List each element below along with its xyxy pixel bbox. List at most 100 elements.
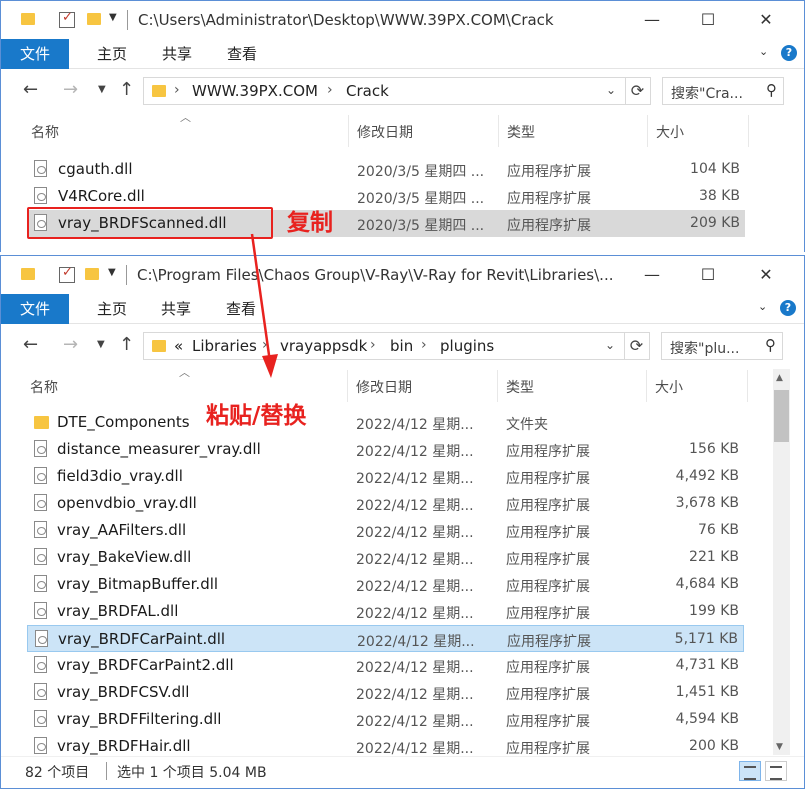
breadcrumb-separator-icon[interactable]: › xyxy=(370,337,376,353)
file-row[interactable]: vray_BRDFFiltering.dll 2022/4/12 星期... 应用程… xyxy=(27,706,744,733)
close-icon[interactable]: ✕ xyxy=(755,264,777,286)
address-bar[interactable]: › WWW.39PX.COM › Crack ⌄ xyxy=(143,77,626,105)
file-name: vray_BRDFCarPaint2.dll xyxy=(57,656,234,674)
column-date[interactable]: 修改日期 xyxy=(357,122,413,142)
close-icon[interactable]: ✕ xyxy=(755,9,777,31)
maximize-icon[interactable]: ☐ xyxy=(697,264,719,286)
file-type: 应用程序扩展 xyxy=(506,444,590,460)
column-size[interactable]: 大小 xyxy=(655,377,683,397)
tab-file[interactable]: 文件 xyxy=(1,39,69,69)
breadcrumb-item[interactable]: Crack xyxy=(346,82,389,100)
recent-locations-icon[interactable]: ▼ xyxy=(98,84,106,95)
quick-access-dropdown-icon[interactable]: ▼ xyxy=(109,12,117,23)
refresh-button[interactable]: ⟳ xyxy=(624,332,650,360)
address-dropdown-icon[interactable]: ⌄ xyxy=(606,83,616,97)
tab-home[interactable]: 主页 xyxy=(97,39,127,69)
file-row[interactable]: vray_BitmapBuffer.dll 2022/4/12 星期... 应用程序… xyxy=(27,571,744,598)
file-row[interactable]: cgauth.dll 2020/3/5 星期四 ... 应用程序扩展 104 K… xyxy=(27,156,745,183)
column-type[interactable]: 类型 xyxy=(507,122,535,142)
breadcrumb-item[interactable]: bin xyxy=(390,337,413,355)
maximize-icon[interactable]: ☐ xyxy=(697,9,719,31)
column-divider[interactable] xyxy=(646,370,647,402)
back-icon[interactable]: ← xyxy=(23,336,38,354)
file-row[interactable]: field3dio_vray.dll 2022/4/12 星期... 应用程序扩展 4… xyxy=(27,463,744,490)
file-row-selected[interactable]: vray_BRDFCarPaint.dll 2022/4/12 星期... 应用程序… xyxy=(27,625,744,652)
details-view-icon[interactable] xyxy=(739,761,761,781)
file-date: 2020/3/5 星期四 ... xyxy=(357,218,485,234)
recent-locations-icon[interactable]: ▼ xyxy=(97,339,105,350)
column-divider[interactable] xyxy=(497,370,498,402)
up-icon[interactable]: ↑ xyxy=(119,336,134,354)
address-bar[interactable]: « Libraries › vrayappsdk › bin › plugins… xyxy=(143,332,625,360)
file-row[interactable]: V4RCore.dll 2020/3/5 星期四 ... 应用程序扩展 38 K… xyxy=(27,183,745,210)
up-icon[interactable]: ↑ xyxy=(119,81,134,99)
window-title: C:\Program Files\Chaos Group\V-Ray\V-Ray… xyxy=(137,266,614,284)
breadcrumb-item[interactable]: plugins xyxy=(440,337,494,355)
new-folder-icon[interactable] xyxy=(85,268,99,280)
tab-share[interactable]: 共享 xyxy=(162,39,192,69)
column-date[interactable]: 修改日期 xyxy=(356,377,412,397)
tab-home[interactable]: 主页 xyxy=(97,294,127,324)
breadcrumb-separator-icon[interactable]: › xyxy=(421,337,427,353)
column-divider[interactable] xyxy=(347,370,348,402)
minimize-icon[interactable]: — xyxy=(641,264,663,286)
column-divider[interactable] xyxy=(348,115,349,147)
column-divider[interactable] xyxy=(498,115,499,147)
file-name: vray_BRDFCarPaint.dll xyxy=(58,630,226,648)
tab-share[interactable]: 共享 xyxy=(161,294,191,324)
breadcrumb-separator-icon[interactable]: › xyxy=(327,82,333,98)
file-row[interactable]: distance_measurer_vray.dll 2022/4/12 星期..… xyxy=(27,436,744,463)
search-icon[interactable]: ⚲ xyxy=(765,336,776,354)
search-input[interactable]: 搜索"Cra... ⚲ xyxy=(662,77,784,105)
back-icon[interactable]: ← xyxy=(23,81,38,99)
search-input[interactable]: 搜索"plu... ⚲ xyxy=(661,332,783,360)
refresh-button[interactable]: ⟳ xyxy=(625,77,651,105)
properties-icon[interactable] xyxy=(59,10,75,28)
forward-icon[interactable]: → xyxy=(63,336,78,354)
dll-file-icon xyxy=(34,467,47,484)
column-divider[interactable] xyxy=(748,115,749,147)
column-name[interactable]: 名称 xyxy=(30,377,58,397)
column-divider[interactable] xyxy=(647,115,648,147)
column-divider[interactable] xyxy=(747,370,748,402)
breadcrumb-separator-icon[interactable]: › xyxy=(174,82,180,98)
file-size: 1,451 KB xyxy=(675,684,739,700)
tab-file[interactable]: 文件 xyxy=(1,294,69,324)
file-row[interactable]: vray_BRDFCarPaint2.dll 2022/4/12 星期... 应用程… xyxy=(27,652,744,679)
file-row[interactable]: vray_BRDFAL.dll 2022/4/12 星期... 应用程序扩展 199 … xyxy=(27,598,744,625)
file-row[interactable]: vray_BRDFCSV.dll 2022/4/12 星期... 应用程序扩展 1,4… xyxy=(27,679,744,706)
arrow-icon xyxy=(250,233,278,378)
file-name: field3dio_vray.dll xyxy=(57,467,183,485)
scrollbar-thumb[interactable] xyxy=(774,390,789,442)
breadcrumb-item[interactable]: WWW.39PX.COM xyxy=(192,82,318,100)
tab-view[interactable]: 查看 xyxy=(227,39,257,69)
chevron-down-icon[interactable]: ⌄ xyxy=(758,300,767,313)
column-size[interactable]: 大小 xyxy=(656,122,684,142)
address-dropdown-icon[interactable]: ⌄ xyxy=(605,338,615,352)
file-size: 104 KB xyxy=(690,161,740,177)
vertical-scrollbar[interactable]: ▲ ▼ xyxy=(773,369,790,755)
help-icon[interactable]: ? xyxy=(781,45,797,61)
column-name[interactable]: 名称 xyxy=(31,122,59,142)
folder-row[interactable]: DTE_Components 2022/4/12 星期... 文件夹 xyxy=(27,409,744,436)
properties-icon[interactable] xyxy=(59,265,75,283)
file-size: 4,594 KB xyxy=(675,711,739,727)
search-icon[interactable]: ⚲ xyxy=(766,81,777,99)
column-type[interactable]: 类型 xyxy=(506,377,534,397)
quick-access-dropdown-icon[interactable]: ▼ xyxy=(108,267,116,278)
minimize-icon[interactable]: — xyxy=(641,9,663,31)
help-icon[interactable]: ? xyxy=(780,300,796,316)
breadcrumb-item[interactable]: vrayappsdk xyxy=(280,337,367,355)
file-row[interactable]: vray_AAFilters.dll 2022/4/12 星期... 应用程序扩展 7… xyxy=(27,517,744,544)
chevron-down-icon[interactable]: ⌄ xyxy=(759,45,768,58)
breadcrumb-overflow[interactable]: « xyxy=(174,337,183,355)
scroll-down-icon[interactable]: ▼ xyxy=(776,742,783,752)
file-date: 2022/4/12 星期... xyxy=(356,498,474,514)
scroll-up-icon[interactable]: ▲ xyxy=(776,373,783,383)
file-row[interactable]: vray_BakeView.dll 2022/4/12 星期... 应用程序扩展 22… xyxy=(27,544,744,571)
large-icons-view-icon[interactable] xyxy=(765,761,787,781)
file-row[interactable]: openvdbio_vray.dll 2022/4/12 星期... 应用程序扩展 3… xyxy=(27,490,744,517)
window-title: C:\Users\Administrator\Desktop\WWW.39PX.… xyxy=(138,11,554,29)
forward-icon[interactable]: → xyxy=(63,81,78,99)
new-folder-icon[interactable] xyxy=(87,13,101,25)
